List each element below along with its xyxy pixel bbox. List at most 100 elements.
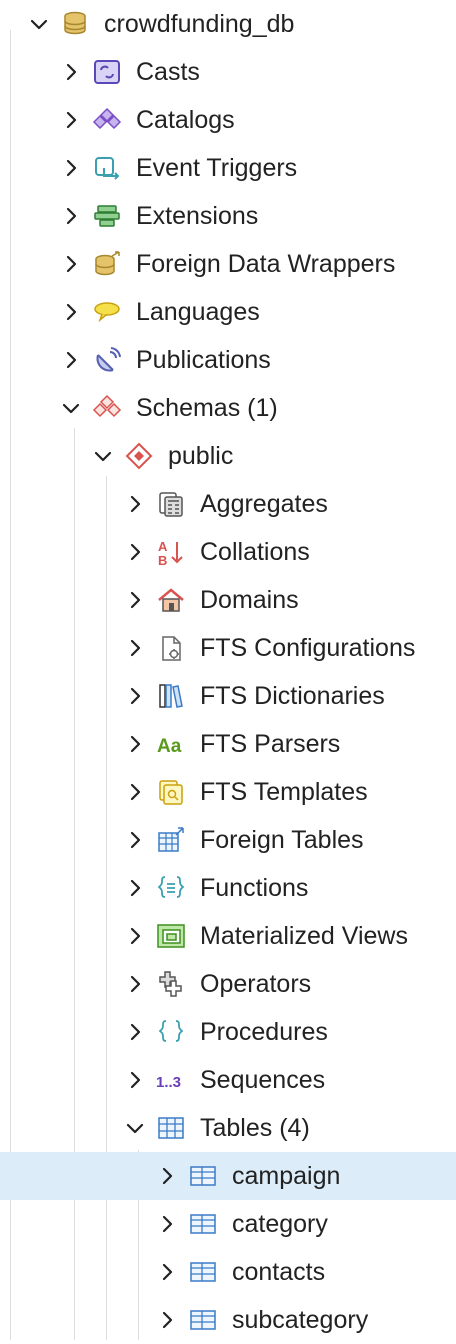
event-triggers-icon (92, 154, 122, 182)
domains-icon (156, 586, 186, 614)
tree-node-label: subcategory (232, 1306, 369, 1334)
fts-configurations-icon (156, 634, 186, 662)
tree-node-label: Functions (200, 874, 309, 902)
tree-node-label: Publications (136, 346, 271, 374)
chevron-right-icon[interactable] (156, 1213, 178, 1235)
chevron-right-icon[interactable] (124, 541, 146, 563)
tree-node-label: Collations (200, 538, 310, 566)
tree-node-campaign[interactable]: campaign (0, 1152, 456, 1200)
tree-node-label: Extensions (136, 202, 259, 230)
chevron-down-icon[interactable] (92, 445, 114, 467)
chevron-right-icon[interactable] (124, 589, 146, 611)
tree-node-sequences[interactable]: 1..3 Sequences (0, 1056, 456, 1104)
chevron-right-icon[interactable] (60, 157, 82, 179)
tree-node-label: Operators (200, 970, 312, 998)
tree-node-subcategory[interactable]: subcategory (0, 1296, 456, 1344)
tree-node-functions[interactable]: Functions (0, 864, 456, 912)
tree-node-foreign-tables[interactable]: Foreign Tables (0, 816, 456, 864)
publications-icon (92, 346, 122, 374)
svg-text:A: A (158, 539, 168, 554)
tables-icon (156, 1114, 186, 1142)
tree-node-label: contacts (232, 1258, 326, 1286)
chevron-right-icon[interactable] (124, 685, 146, 707)
chevron-right-icon[interactable] (60, 61, 82, 83)
chevron-right-icon[interactable] (156, 1309, 178, 1331)
chevron-right-icon[interactable] (60, 205, 82, 227)
tree-node-label: Aggregates (200, 490, 328, 518)
tree-node-fts-dictionaries[interactable]: FTS Dictionaries (0, 672, 456, 720)
tree-node-label: public (168, 442, 234, 470)
tree-node-extensions[interactable]: Extensions (0, 192, 456, 240)
tree-node-aggregates[interactable]: Aggregates (0, 480, 456, 528)
chevron-right-icon[interactable] (124, 1069, 146, 1091)
chevron-right-icon[interactable] (60, 349, 82, 371)
tree-node-fts-templates[interactable]: FTS Templates (0, 768, 456, 816)
fts-parsers-icon: Aa (156, 730, 186, 758)
tree-node-category[interactable]: category (0, 1200, 456, 1248)
tree-node-contacts[interactable]: contacts (0, 1248, 456, 1296)
tree-node-label: Casts (136, 58, 200, 86)
tree-node-fts-configurations[interactable]: FTS Configurations (0, 624, 456, 672)
tree-node-collations[interactable]: A B Collations (0, 528, 456, 576)
schemas-icon (92, 394, 122, 422)
tree-node-crowdfunding-db[interactable]: crowdfunding_db (0, 0, 456, 48)
tree-node-operators[interactable]: Operators (0, 960, 456, 1008)
catalogs-icon (92, 106, 122, 134)
tree-node-materialized-views[interactable]: Materialized Views (0, 912, 456, 960)
tree-node-fts-parsers[interactable]: Aa FTS Parsers (0, 720, 456, 768)
table-icon (188, 1210, 218, 1238)
chevron-right-icon[interactable] (124, 781, 146, 803)
chevron-down-icon[interactable] (28, 13, 50, 35)
tree-node-domains[interactable]: Domains (0, 576, 456, 624)
tree-node-label: category (232, 1210, 328, 1238)
tree-node-tables-4[interactable]: Tables (4) (0, 1104, 456, 1152)
tree-node-public[interactable]: public (0, 432, 456, 480)
chevron-right-icon[interactable] (156, 1261, 178, 1283)
aggregates-icon (156, 490, 186, 518)
tree-node-label: Foreign Tables (200, 826, 364, 854)
schema-icon (124, 442, 154, 470)
tree-node-schemas-1[interactable]: Schemas (1) (0, 384, 456, 432)
chevron-right-icon[interactable] (124, 733, 146, 755)
chevron-right-icon[interactable] (124, 877, 146, 899)
chevron-down-icon[interactable] (124, 1117, 146, 1139)
sequences-icon: 1..3 (156, 1066, 186, 1094)
chevron-right-icon[interactable] (124, 973, 146, 995)
tree-node-procedures[interactable]: Procedures (0, 1008, 456, 1056)
tree-node-label: FTS Templates (200, 778, 368, 806)
chevron-right-icon[interactable] (124, 493, 146, 515)
tree-node-catalogs[interactable]: Catalogs (0, 96, 456, 144)
procedures-icon (156, 1018, 186, 1046)
casts-icon (92, 58, 122, 86)
tree-node-label: crowdfunding_db (104, 10, 295, 38)
tree-node-languages[interactable]: Languages (0, 288, 456, 336)
chevron-right-icon[interactable] (156, 1165, 178, 1187)
chevron-right-icon[interactable] (124, 637, 146, 659)
fts-dictionaries-icon (156, 682, 186, 710)
tree-node-event-triggers[interactable]: Event Triggers (0, 144, 456, 192)
tree-node-publications[interactable]: Publications (0, 336, 456, 384)
chevron-down-icon[interactable] (60, 397, 82, 419)
tree-node-label: campaign (232, 1162, 341, 1190)
tree-node-foreign-data-wrappers[interactable]: Foreign Data Wrappers (0, 240, 456, 288)
collations-icon: AB (156, 538, 186, 566)
tree-node-casts[interactable]: Casts (0, 48, 456, 96)
chevron-right-icon[interactable] (124, 925, 146, 947)
chevron-right-icon[interactable] (60, 109, 82, 131)
tree-node-label: Catalogs (136, 106, 235, 134)
chevron-right-icon[interactable] (60, 301, 82, 323)
table-icon (188, 1162, 218, 1190)
chevron-right-icon[interactable] (60, 253, 82, 275)
database-icon (60, 10, 90, 38)
chevron-right-icon[interactable] (124, 829, 146, 851)
tree-node-label: Schemas (1) (136, 394, 278, 422)
tree-node-label: Materialized Views (200, 922, 408, 950)
tree-node-label: Languages (136, 298, 260, 326)
table-icon (188, 1258, 218, 1286)
foreign-tables-icon (156, 826, 186, 854)
operators-icon (156, 970, 186, 998)
foreign-data-wrappers-icon (92, 250, 122, 278)
svg-text:B: B (158, 553, 167, 566)
tree-node-label: FTS Parsers (200, 730, 341, 758)
chevron-right-icon[interactable] (124, 1021, 146, 1043)
